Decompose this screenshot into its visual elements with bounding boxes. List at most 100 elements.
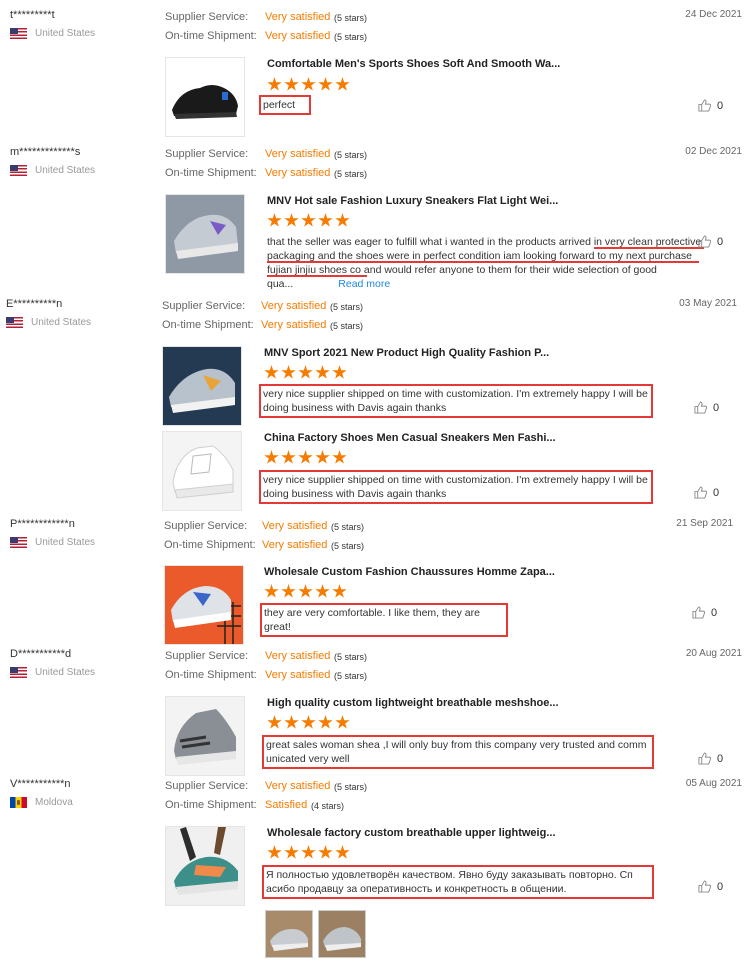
on-time-shipment-stars: (5 stars) [334, 671, 368, 681]
star-icon [301, 77, 316, 91]
star-icon [267, 213, 282, 227]
product-thumbnail[interactable] [165, 57, 245, 137]
star-icon [301, 213, 316, 227]
star-icon [332, 584, 347, 598]
product-rating [267, 715, 350, 730]
product-title[interactable]: MNV Hot sale Fashion Luxury Sneakers Fla… [267, 195, 558, 207]
comment-line: qua... Read more [267, 278, 391, 290]
product-thumbnail[interactable] [162, 346, 242, 426]
review-comment: they are very comfortable. I like them, … [260, 603, 508, 637]
like-button[interactable]: 0 [698, 99, 723, 112]
product-title[interactable]: Wholesale factory custom breathable uppe… [267, 827, 556, 839]
like-button[interactable]: 0 [698, 880, 723, 893]
star-icon [318, 845, 333, 859]
supplier-service-label: Supplier Service: [165, 650, 249, 662]
reviewer-country: United States [6, 317, 91, 328]
like-button[interactable]: 0 [694, 486, 719, 499]
comment-line: very nice supplier shipped on time with … [263, 474, 648, 486]
like-count: 0 [713, 401, 720, 414]
thumbs-up-icon [698, 752, 711, 765]
reviewer-name: t*********t [10, 9, 55, 21]
on-time-shipment-value: Very satisfied [262, 539, 328, 551]
star-icon [264, 584, 279, 598]
reviewer-name: D***********d [10, 648, 72, 660]
star-icon [284, 715, 299, 729]
star-icon [281, 584, 296, 598]
comment-line: асибо продавцу за оперативность и конкре… [266, 883, 567, 895]
us-flag-icon [10, 537, 27, 548]
review-photo[interactable] [318, 910, 366, 958]
like-count: 0 [717, 880, 724, 893]
star-icon [281, 450, 296, 464]
supplier-service-value: Very satisfied [265, 650, 331, 662]
read-more-link[interactable]: Read more [338, 278, 390, 290]
review-date: 02 Dec 2021 [685, 146, 742, 157]
reviewer-name: m*************s [10, 146, 81, 158]
product-thumbnail[interactable] [165, 696, 245, 776]
on-time-shipment-label: On-time Shipment: [165, 799, 257, 811]
on-time-shipment-label: On-time Shipment: [165, 669, 257, 681]
star-icon [298, 365, 313, 379]
on-time-shipment-value: Very satisfied [261, 319, 327, 331]
star-icon [332, 365, 347, 379]
star-icon [284, 213, 299, 227]
country-label: United States [35, 165, 96, 176]
product-title[interactable]: China Factory Shoes Men Casual Sneakers … [264, 432, 556, 444]
product-rating [267, 845, 350, 860]
on-time-shipment-stars: (5 stars) [331, 541, 365, 551]
on-time-shipment-label: On-time Shipment: [164, 539, 256, 551]
supplier-service-label: Supplier Service: [162, 300, 246, 312]
review-comment: Я полностью удовлетворён качеством. Явно… [262, 865, 654, 899]
supplier-service-stars: (5 stars) [330, 302, 364, 312]
like-count: 0 [713, 486, 720, 499]
star-icon [267, 77, 282, 91]
thumbs-up-icon [694, 486, 707, 499]
comment-line: very nice supplier shipped on time with … [263, 388, 648, 400]
review-comment: great sales woman shea ,I will only buy … [262, 735, 654, 769]
product-thumbnail[interactable] [165, 194, 245, 274]
country-label: United States [35, 28, 96, 39]
product-rating [267, 77, 350, 92]
like-button[interactable]: 0 [698, 752, 723, 765]
review-photo[interactable] [265, 910, 313, 958]
on-time-shipment-stars: (4 stars) [311, 801, 345, 811]
review-date: 21 Sep 2021 [676, 518, 733, 529]
highlight-underline [267, 261, 699, 263]
star-icon [284, 845, 299, 859]
product-thumbnail[interactable] [162, 431, 242, 511]
product-title[interactable]: MNV Sport 2021 New Product High Quality … [264, 347, 549, 359]
product-rating [264, 584, 347, 599]
product-thumbnail[interactable] [164, 565, 244, 645]
star-icon [301, 715, 316, 729]
product-title[interactable]: Comfortable Men's Sports Shoes Soft And … [267, 58, 560, 70]
like-button[interactable]: 0 [698, 235, 723, 248]
reviewer-country: United States [10, 537, 95, 548]
supplier-service-stars: (5 stars) [334, 13, 368, 23]
thumbs-up-icon [698, 235, 711, 248]
reviewer-country: Moldova [10, 797, 73, 808]
product-title[interactable]: High quality custom lightweight breathab… [267, 697, 559, 709]
us-flag-icon [10, 28, 27, 39]
supplier-service-label: Supplier Service: [165, 11, 249, 23]
like-count: 0 [717, 752, 724, 765]
star-icon [298, 584, 313, 598]
on-time-shipment-value: Satisfied [265, 799, 308, 811]
review-date: 24 Dec 2021 [685, 9, 742, 20]
star-icon [335, 845, 350, 859]
like-count: 0 [711, 606, 718, 619]
product-thumbnail[interactable] [165, 826, 245, 906]
thumbs-up-icon [692, 606, 705, 619]
like-button[interactable]: 0 [692, 606, 717, 619]
on-time-shipment-label: On-time Shipment: [165, 30, 257, 42]
like-button[interactable]: 0 [694, 401, 719, 414]
product-title[interactable]: Wholesale Custom Fashion Chaussures Homm… [264, 566, 555, 578]
star-icon [284, 77, 299, 91]
supplier-service-value: Very satisfied [265, 148, 331, 160]
comment-line: doing business with Davis again thanks [263, 402, 447, 414]
on-time-shipment-value: Very satisfied [265, 167, 331, 179]
star-icon [267, 715, 282, 729]
supplier-service-stars: (5 stars) [334, 150, 368, 160]
supplier-service-stars: (5 stars) [334, 782, 368, 792]
supplier-service-value: Very satisfied [262, 520, 328, 532]
star-icon [298, 450, 313, 464]
